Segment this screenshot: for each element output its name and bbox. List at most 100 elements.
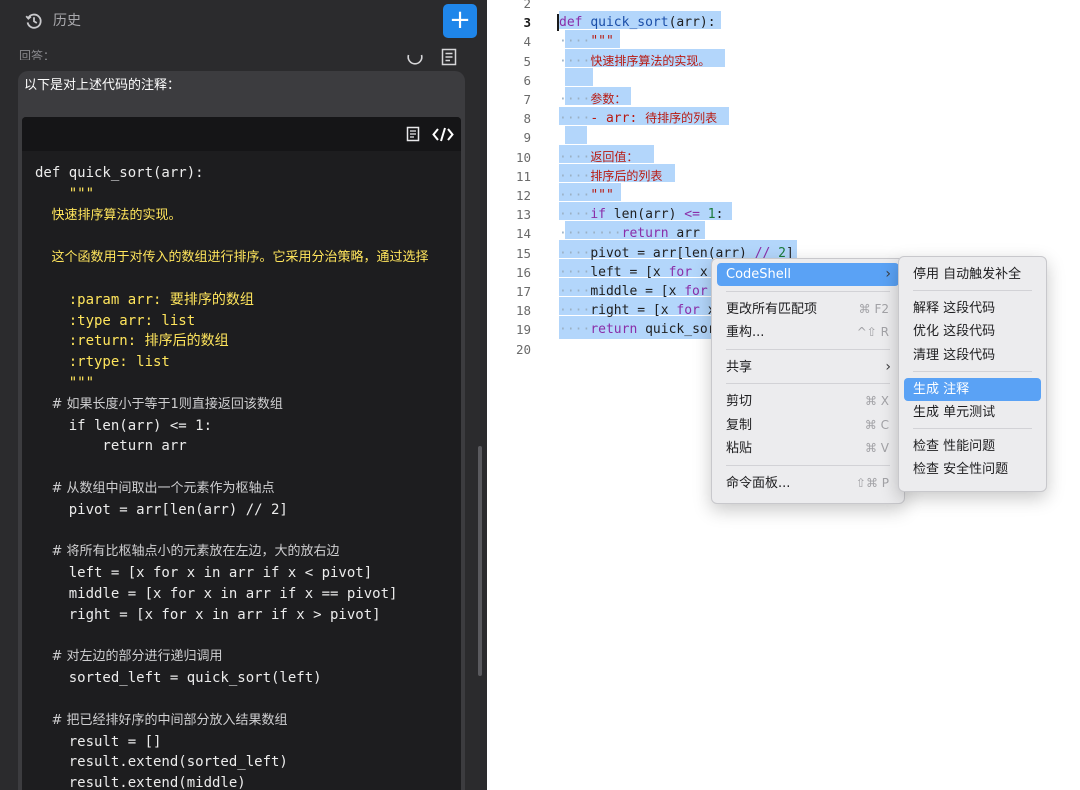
editor-line[interactable]: ····参数： xyxy=(559,90,626,109)
menu-separator xyxy=(726,464,890,466)
menu-item-gen-test[interactable]: 生成 单元测试 xyxy=(904,401,1041,424)
editor-line[interactable]: ····""" xyxy=(559,186,614,205)
line-number: 2 xyxy=(523,0,531,11)
editor-line[interactable]: ····right = [x for x xyxy=(559,301,716,320)
menu-item-command-palette[interactable]: 命令面板... ⇧⌘ P xyxy=(717,472,899,495)
menu-item-copy[interactable]: 复制 ⌘ C xyxy=(717,414,899,437)
line-number: 5 xyxy=(523,53,531,69)
menu-item-change-all[interactable]: 更改所有匹配项 ⌘ F2 xyxy=(717,298,899,321)
menu-item-label: 剪切 xyxy=(726,394,753,409)
assistant-message: 以下是对上述代码的注释： def quick_sort(arr): """ 快速… xyxy=(18,71,465,790)
chat-scrollbar[interactable] xyxy=(478,446,482,676)
code-line: # 把已经排好序的中间部分放入结果数组 xyxy=(35,712,288,728)
code-line: return arr xyxy=(35,438,187,455)
code-line: :return: 排序后的数组 xyxy=(35,333,229,350)
editor-line[interactable]: ····left = [x for x xyxy=(559,263,708,282)
line-number: 8 xyxy=(523,111,531,127)
document-icon[interactable] xyxy=(441,48,457,66)
plus-icon: + xyxy=(449,5,471,35)
menu-item-codeshell[interactable]: CodeShell › xyxy=(717,263,899,286)
line-number: 18 xyxy=(515,303,531,319)
code-line: left = [x for x in arr if x < pivot] xyxy=(35,565,373,582)
code-block-card: def quick_sort(arr): """ 快速排序算法的实现。 这个函数… xyxy=(22,117,461,790)
history-icon[interactable] xyxy=(25,12,43,30)
code-line: :param arr: 要排序的数组 xyxy=(35,291,254,308)
menu-item-label: 共享 xyxy=(726,359,753,375)
menu-item-explain[interactable]: 解释 这段代码 xyxy=(904,297,1041,320)
line-number: 16 xyxy=(515,264,531,280)
menu-item-label: 解释 这段代码 xyxy=(913,301,996,317)
line-number: 12 xyxy=(515,188,531,203)
line-number: 19 xyxy=(515,322,531,338)
menu-separator xyxy=(913,290,1032,292)
line-number: 17 xyxy=(515,284,531,299)
editor-line[interactable]: ····快速排序算法的实现。 xyxy=(559,52,710,71)
code-line: sorted_left = quick_sort(left) xyxy=(35,670,322,687)
code-line: # 将所有比枢轴点小的元素放在左边，大的放右边 xyxy=(35,544,340,560)
editor-line[interactable]: ····""" xyxy=(559,32,614,51)
chevron-right-icon: › xyxy=(885,266,891,282)
code-line: # 对左边的部分进行递归调用 xyxy=(35,649,223,665)
menu-item-check-security[interactable]: 检查 安全性问题 xyxy=(904,458,1041,481)
code-line: 快速排序算法的实现。 xyxy=(35,207,182,223)
editor-line[interactable]: ····if len(arr) <= 1: xyxy=(559,205,723,224)
line-number: 11 xyxy=(515,168,531,184)
code-line: if len(arr) <= 1: xyxy=(35,417,213,434)
menu-item-check-perf[interactable]: 检查 性能问题 xyxy=(904,435,1041,458)
line-number: 3 xyxy=(523,15,531,31)
menu-item-label: 生成 单元测试 xyxy=(913,405,996,420)
shortcut-hint: ⇧⌘ P xyxy=(855,475,889,490)
menu-item-label: 复制 xyxy=(726,417,753,433)
code-line: def quick_sort(arr): xyxy=(35,165,204,181)
editor-line[interactable]: ····排序后的列表 xyxy=(559,167,662,186)
line-number: 10 xyxy=(515,149,531,165)
menu-separator xyxy=(913,370,1032,372)
menu-item-refactor[interactable]: 重构... ^⇧ R xyxy=(717,321,899,344)
shortcut-hint: ⌘ V xyxy=(864,441,889,455)
code-line: """ xyxy=(35,374,95,391)
copy-icon[interactable] xyxy=(406,126,422,143)
menu-item-label: 停用 自动触发补全 xyxy=(913,267,1022,282)
menu-item-label: 清理 这段代码 xyxy=(913,347,996,363)
shortcut-hint: ^⇧ R xyxy=(856,325,889,339)
menu-item-disable-autocomplete[interactable]: 停用 自动触发补全 xyxy=(904,263,1041,286)
code-line: :type arr: list xyxy=(35,312,196,329)
menu-item-paste[interactable]: 粘贴 ⌘ V xyxy=(717,437,899,460)
code-line: # 如果长度小于等于1则直接返回该数组 xyxy=(35,396,283,412)
line-number: 13 xyxy=(515,207,531,223)
line-number: 9 xyxy=(523,130,531,146)
editor-line[interactable]: ····- arr: 待排序的列表 xyxy=(559,109,717,128)
menu-separator xyxy=(726,348,890,350)
editor-line[interactable]: def quick_sort(arr): xyxy=(559,13,716,32)
shortcut-hint: ⌘ F2 xyxy=(858,301,889,316)
line-number: 4 xyxy=(523,34,531,50)
editor-line[interactable]: ····return quick_sor xyxy=(559,320,716,339)
menu-item-share[interactable]: 共享 › xyxy=(717,356,899,379)
editor-line[interactable]: ····middle = [x for xyxy=(559,282,708,301)
editor-line[interactable]: ········return arr xyxy=(559,224,700,243)
chevron-right-icon: › xyxy=(885,358,891,375)
new-chat-button[interactable]: + xyxy=(443,4,477,38)
reply-label: 回答： xyxy=(19,49,56,60)
shortcut-hint: ⌘ C xyxy=(864,417,889,432)
menu-item-clean[interactable]: 清理 这段代码 xyxy=(904,344,1041,367)
menu-item-gen-comment[interactable]: 生成 注释 xyxy=(904,377,1041,401)
codeshell-submenu: 停用 自动触发补全 解释 这段代码 优化 这段代码 清理 这段代码生成 注释生成 单元… xyxy=(898,256,1047,492)
history-title[interactable]: 历史 xyxy=(53,12,81,30)
generated-code: def quick_sort(arr): """ 快速排序算法的实现。 这个函数… xyxy=(35,163,461,790)
menu-item-label: 优化 这段代码 xyxy=(913,324,996,340)
menu-separator xyxy=(913,428,1032,430)
loading-spinner-icon xyxy=(407,54,423,65)
code-line: right = [x for x in arr if x > pivot] xyxy=(35,606,381,623)
code-toolbar xyxy=(22,117,461,151)
message-intro: 以下是对上述代码的注释： xyxy=(24,78,181,93)
line-number: 15 xyxy=(515,245,531,261)
code-view-icon[interactable] xyxy=(432,126,454,143)
menu-item-label: 命令面板... xyxy=(726,475,791,491)
menu-item-cut[interactable]: 剪切 ⌘ X xyxy=(717,390,899,413)
code-line: result.extend(middle) xyxy=(35,775,246,790)
menu-item-optimize[interactable]: 优化 这段代码 xyxy=(904,320,1041,343)
editor-line[interactable]: ····返回值： xyxy=(559,148,638,167)
menu-separator xyxy=(726,383,890,384)
shortcut-hint: ⌘ X xyxy=(864,394,889,408)
